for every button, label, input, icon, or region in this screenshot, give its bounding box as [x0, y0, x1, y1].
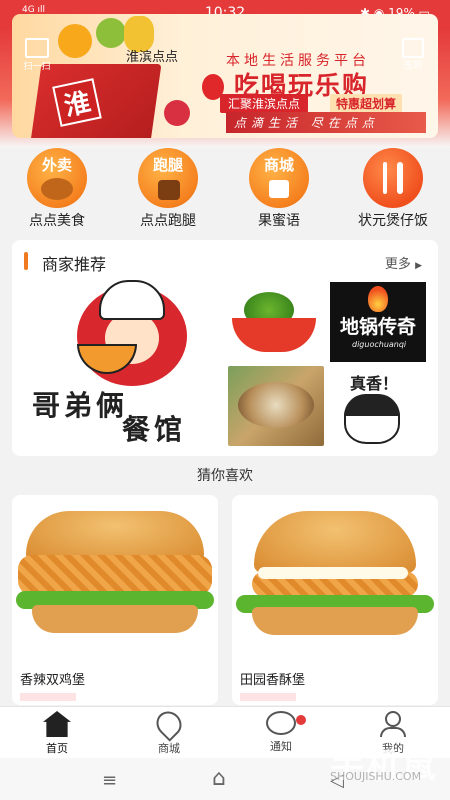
merchant-calligraphy-bottom: 餐馆 — [122, 413, 187, 446]
product-card[interactable]: 田园香酥堡 — [232, 495, 438, 705]
tab-notify[interactable]: 通知 — [241, 711, 321, 754]
crispy-chicken — [18, 555, 212, 595]
category-mall[interactable]: 商城 果蜜语 — [229, 148, 329, 230]
category-row: 外卖 点点美食 跑腿 点点跑腿 商城 果蜜语 状元煲仔饭 — [0, 148, 450, 230]
category-badge: 跑腿 — [152, 156, 183, 174]
bun-top — [254, 511, 416, 573]
chicken-icon: 外卖 — [27, 148, 87, 208]
bun-top — [26, 511, 204, 561]
product-name: 田园香酥堡 — [240, 673, 306, 688]
signin-button[interactable]: 签到 — [398, 38, 428, 71]
merchant-logo-text: 地锅传奇 — [340, 316, 417, 338]
category-label: 状元煲仔饭 — [358, 213, 428, 229]
tab-label: 首页 — [46, 742, 68, 755]
bun-bottom — [32, 605, 198, 633]
meme-caption: 真香！ — [350, 374, 399, 393]
merchant-diguo-chuanqi[interactable]: 地锅传奇 diguochuanqi — [330, 282, 426, 362]
home-icon — [43, 711, 71, 737]
map-pin-icon — [151, 706, 187, 742]
page-title: 淮滨点点 — [126, 50, 179, 65]
courier-icon: 跑腿 — [138, 148, 198, 208]
watermark-url: SHOUJISHU.COM — [330, 770, 422, 783]
person-icon — [379, 711, 407, 737]
burger-image — [232, 495, 438, 655]
section-heading: 商家推荐 — [42, 255, 107, 274]
chef-logo — [77, 280, 187, 386]
chat-bubble-icon — [266, 711, 306, 735]
berry-icon — [164, 100, 190, 126]
merchant-calligraphy-top: 哥弟俩 — [32, 389, 129, 422]
product-name: 香辣双鸡堡 — [20, 673, 86, 688]
category-label: 点点跑腿 — [140, 213, 196, 229]
flame-icon — [368, 286, 388, 312]
fork-knife-icon — [363, 148, 423, 208]
tab-home[interactable]: 首页 — [17, 711, 97, 756]
category-badge: 外卖 — [41, 156, 72, 174]
bun-bottom — [252, 607, 418, 635]
product-card[interactable]: 香辣双鸡堡 — [12, 495, 218, 705]
crate-logo-text: 淮 — [52, 78, 102, 127]
burger-image — [12, 495, 218, 655]
merchant-gedilia[interactable]: 哥弟俩 餐馆 — [32, 280, 227, 446]
banner-tag-secondary: 特惠超划算 — [330, 94, 403, 113]
scan-button[interactable]: 扫一扫 — [22, 38, 52, 72]
product-tag — [20, 693, 76, 701]
calendar-icon — [402, 38, 424, 58]
category-claypot-rice[interactable]: 状元煲仔饭 — [343, 148, 443, 230]
tab-label: 通知 — [270, 740, 292, 753]
merchant-logo-pinyin: diguochuanqi — [352, 340, 407, 349]
tab-label: 商城 — [158, 742, 180, 755]
orange-icon — [58, 24, 92, 58]
salad-plate — [232, 318, 316, 352]
product-tag — [240, 693, 296, 701]
notification-badge — [296, 715, 306, 725]
category-errand[interactable]: 跑腿 点点跑腿 — [118, 148, 218, 230]
merchant-zhenxiang[interactable]: 真香！ — [330, 366, 426, 446]
merchant-salad[interactable] — [228, 284, 324, 360]
tab-mall[interactable]: 商城 — [129, 706, 209, 756]
stew-dish — [238, 382, 314, 428]
more-label: 更多 — [384, 257, 411, 272]
merchant-stew[interactable] — [228, 366, 324, 446]
banner-tag-primary: 汇聚淮滨点点 — [220, 94, 309, 113]
promo-banner[interactable]: 淮 本地生活服务平台 吃喝玩乐购 汇聚淮滨点点 特惠超划算 点滴生活 尽在点点 — [12, 14, 438, 138]
triangle-right-icon: ▶ — [415, 261, 422, 271]
shopping-bag-icon: 商城 — [249, 148, 309, 208]
category-badge: 商城 — [263, 156, 294, 174]
kiwi-icon — [96, 18, 126, 48]
chef-hat-icon — [99, 280, 165, 320]
category-label: 果蜜语 — [258, 213, 300, 229]
section-accent-bar — [24, 252, 28, 270]
guess-heading: 猜你喜欢 — [197, 468, 253, 484]
mayo — [258, 567, 408, 579]
scan-label: 扫一扫 — [23, 62, 51, 72]
meme-hair — [344, 394, 400, 416]
banner-slogan: 点滴生活 尽在点点 — [226, 112, 426, 133]
more-link[interactable]: 更多 ▶ — [385, 253, 422, 272]
category-takeout[interactable]: 外卖 点点美食 — [7, 148, 107, 230]
bowl-icon — [77, 344, 137, 374]
merchant-recommend-card: 商家推荐 更多 ▶ 哥弟俩 餐馆 地锅传奇 diguochuanqi 真香！ — [12, 240, 438, 456]
scan-icon — [25, 38, 49, 58]
category-label: 点点美食 — [29, 213, 85, 229]
menu-icon[interactable]: ≡ — [102, 770, 117, 791]
signin-label: 签到 — [403, 61, 422, 71]
home-nav-icon[interactable]: ⌂ — [212, 766, 226, 791]
